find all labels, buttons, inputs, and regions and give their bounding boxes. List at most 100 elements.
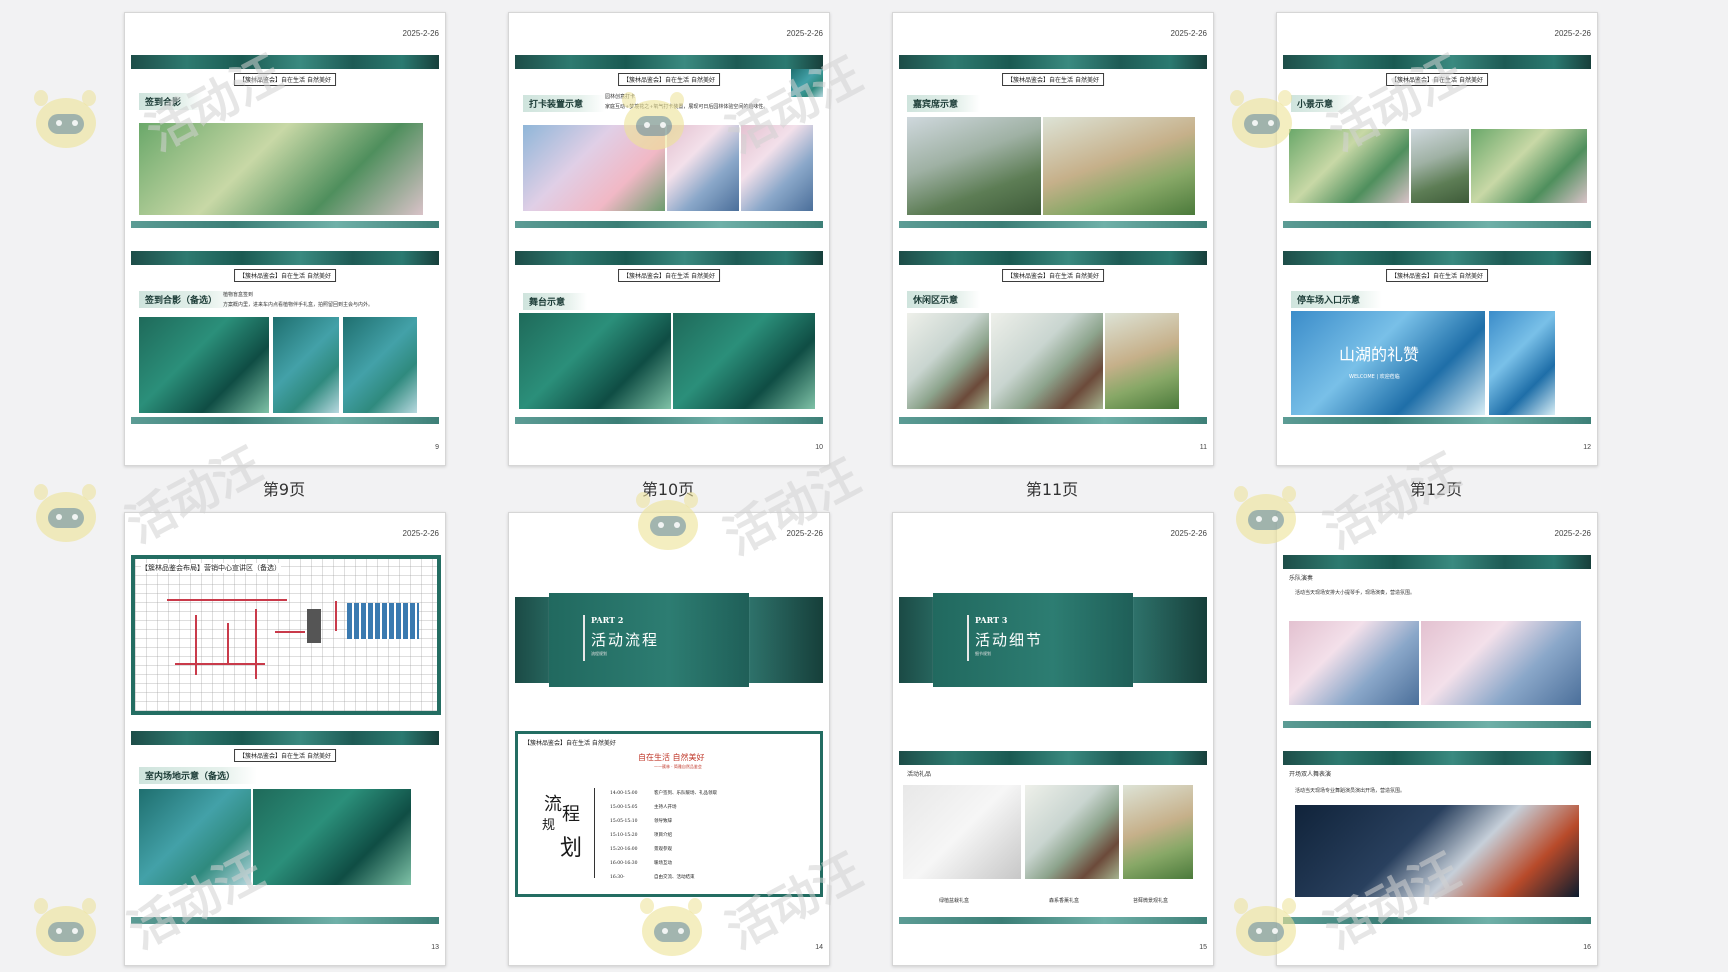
section-tag: 舞台示意 [523, 293, 588, 310]
page-date: 2025-2-26 [786, 29, 823, 38]
gift-caption: 绿植盆栽礼盒 [939, 898, 970, 904]
schedule-row: 16:30- 自由交流、活动结束 [610, 875, 695, 880]
page-thumbnail-12[interactable]: 2025-2-26 【簇林品鉴会】自在生活 自然美好 小景示意 【簇林品鉴会】自… [1276, 12, 1598, 466]
page-caption-12[interactable]: 第12页 [1276, 476, 1596, 500]
footer-bar [1283, 221, 1591, 228]
page-thumbnail-11[interactable]: 2025-2-26 【簇林品鉴会】自在生活 自然美好 嘉宾席示意 【簇林品鉴会】… [892, 12, 1214, 466]
schedule-row: 15:10-15:20 项目介绍 [610, 833, 672, 838]
footer-bar [131, 417, 439, 424]
page-date: 2025-2-26 [1170, 529, 1207, 538]
banner-title: 山湖的礼赞 [1339, 345, 1420, 364]
section-banner: 【簇林品鉴会】自在生活 自然美好 [234, 73, 336, 86]
photo-mini-landscape-3 [1471, 129, 1587, 203]
page-thumbnail-14[interactable]: 2025-2-26 PART 2 活动流程 流程规划 【簇林品鉴会】自在生活 自… [508, 512, 830, 966]
header-band [1283, 55, 1591, 69]
note-text: 方案概内里，进来车内点看植物伴手礼盒，拍照留回到主会与内外。 [223, 302, 374, 308]
gift-caption: 森系香薰礼盒 [1049, 898, 1080, 904]
note-text: 园林创意打卡 [605, 94, 636, 100]
section-label: 活动礼品 [907, 771, 932, 778]
note-text: 植物盲盒签到 [223, 292, 254, 298]
header-band [1283, 555, 1591, 569]
footer-bar [131, 221, 439, 228]
photo-guest-seats-left [907, 117, 1041, 215]
footer-bar [515, 417, 823, 424]
footer-bar [1283, 917, 1591, 924]
big-char: 划 [560, 836, 583, 861]
header-band [515, 251, 823, 265]
photo-guest-seats-right [1043, 117, 1195, 215]
page-thumbnail-13[interactable]: 2025-2-26 【簇林品鉴会布局】营销中心宣讲区（备选） 【簇林品鉴会】自在… [124, 512, 446, 966]
photo-gift-3 [1123, 785, 1193, 879]
page-number: 15 [1199, 944, 1207, 951]
footer-bar [1283, 721, 1591, 728]
section-tag: 小景示意 [1291, 95, 1356, 112]
schedule-head: 【簇林品鉴会】自在生活 自然美好 [524, 740, 616, 747]
footer-bar [131, 917, 439, 924]
page-thumbnail-9[interactable]: 2025-2-26 【簇林品鉴会】自在生活 自然美好 签到合影 【簇林品鉴会】自… [124, 12, 446, 466]
header-band [1283, 751, 1591, 765]
header-band [131, 55, 439, 69]
section-banner: 【簇林品鉴会】自在生活 自然美好 [1002, 269, 1104, 282]
photo-parking-banner: 山湖的礼赞 WELCOME | 欢迎莅临 [1291, 311, 1485, 415]
note-text: 活动当天现场安排大小提琴手，现场演奏，营造氛围。 [1295, 590, 1416, 596]
watermark-mascot-icon [26, 898, 106, 962]
photo-band-2 [1421, 621, 1581, 705]
section-tag: 嘉宾席示意 [907, 95, 981, 112]
section-banner: 【簇林品鉴会】自在生活 自然美好 [618, 73, 720, 86]
header-band [131, 251, 439, 265]
photo-corner [791, 69, 823, 97]
plan-title: 【簇林品鉴会布局】营销中心宣讲区（备选） [141, 563, 281, 573]
section-label: 乐队演奏 [1289, 575, 1314, 582]
photo-bubble-installation [523, 125, 665, 211]
part-label: PART 2 [591, 615, 624, 625]
page-thumbnail-10[interactable]: 2025-2-26 【簇林品鉴会】自在生活 自然美好 打卡装置示意 园林创意打卡… [508, 12, 830, 466]
section-banner: 【簇林品鉴会】自在生活 自然美好 [234, 269, 336, 282]
photo-blue-display [343, 317, 417, 413]
schedule-panel: 【簇林品鉴会】自在生活 自然美好 自在生活 自然美好 ——簇林 · 简雅自然品鉴… [515, 731, 823, 897]
page-date: 2025-2-26 [786, 529, 823, 538]
page-caption-11[interactable]: 第11页 [892, 476, 1212, 500]
section-tag: 停车场入口示意 [1291, 291, 1383, 308]
photo-kiosk [907, 313, 989, 409]
floor-plan: 【簇林品鉴会布局】营销中心宣讲区（备选） [131, 555, 441, 715]
photo-stage-right [673, 313, 815, 409]
schedule-red-title: 自在生活 自然美好 [638, 753, 705, 762]
page-thumbnail-15[interactable]: 2025-2-26 PART 3 活动细节 细节规划 活动礼品 绿植盆栽礼盒 森… [892, 512, 1214, 966]
photo-indoor-venue-1 [139, 789, 251, 885]
page-number: 11 [1199, 444, 1207, 451]
section-tag: 休闲区示意 [907, 291, 981, 308]
watermark-mascot-icon [26, 484, 106, 548]
gift-caption: 苔藓微景观礼盒 [1133, 898, 1169, 904]
part-title: 活动流程 [591, 631, 660, 649]
header-band [899, 55, 1207, 69]
schedule-row: 14:00-15:00 客户签到、乐队暖场、礼品领取 [610, 791, 717, 796]
page-thumbnail-16[interactable]: 2025-2-26 乐队演奏 活动当天现场安排大小提琴手，现场演奏，营造氛围。 … [1276, 512, 1598, 966]
photo-gift-1 [903, 785, 1021, 879]
page-number: 12 [1583, 444, 1591, 451]
watermark-mascot-icon [26, 90, 106, 154]
footer-bar [899, 417, 1207, 424]
header-band [515, 55, 823, 69]
note-text: 活动当天现场专业舞蹈演员演出开场，营造氛围。 [1295, 788, 1406, 794]
section-label: 开场双人舞表演 [1289, 771, 1332, 778]
section-tag: 签到合影 [139, 93, 204, 110]
part-hero: PART 3 活动细节 细节规划 [899, 593, 1207, 687]
photo-stage-left [519, 313, 671, 409]
schedule-row: 16:00-16:30 暖场互动 [610, 861, 672, 866]
footer-bar [899, 917, 1207, 924]
photo-dance [1295, 805, 1579, 897]
section-banner: 【簇林品鉴会】自在生活 自然美好 [234, 749, 336, 762]
photo-mini-landscape-1 [1289, 129, 1409, 203]
big-char: 流 [544, 794, 562, 815]
photo-band-1 [1289, 621, 1419, 705]
page-number: 16 [1583, 944, 1591, 951]
section-banner: 【簇林品鉴会】自在生活 自然美好 [1002, 73, 1104, 86]
page-date: 2025-2-26 [1554, 29, 1591, 38]
page-date: 2025-2-26 [402, 529, 439, 538]
photo-arch [741, 125, 813, 211]
page-date: 2025-2-26 [1170, 29, 1207, 38]
page-caption-9[interactable]: 第9页 [124, 476, 444, 500]
page-caption-10[interactable]: 第10页 [508, 476, 828, 500]
schedule-row: 15:05-15:10 领导致辞 [610, 819, 672, 824]
header-band [899, 751, 1207, 765]
